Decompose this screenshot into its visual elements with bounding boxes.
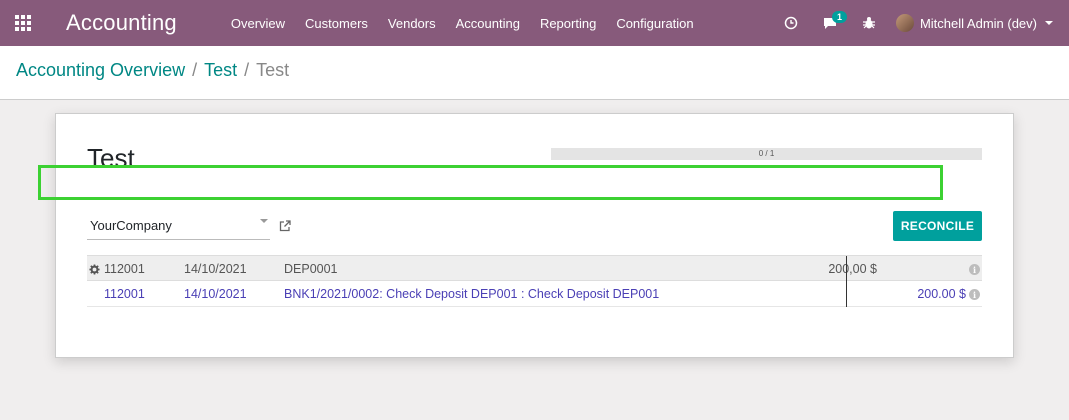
external-link-icon[interactable] — [279, 219, 291, 232]
reconciliation-sheet: Test 0 / 1 YourCompany RECONCILE 112001 … — [55, 113, 1014, 358]
breadcrumb-test[interactable]: Test — [204, 60, 237, 81]
apps-menu-icon[interactable] — [0, 0, 46, 46]
reconciliation-table: 112001 14/10/2021 DEP0001 200,00 $ i 112… — [87, 255, 982, 307]
main-navbar: Accounting Overview Customers Vendors Ac… — [0, 0, 1069, 46]
menu-overview[interactable]: Overview — [221, 0, 295, 46]
chevron-down-icon — [1045, 21, 1053, 25]
breadcrumb-separator: / — [244, 60, 250, 80]
menu-accounting[interactable]: Accounting — [446, 0, 530, 46]
statement-line-row[interactable]: 112001 14/10/2021 DEP0001 200,00 $ i — [87, 255, 982, 282]
statement-amount: 200,00 $ — [828, 262, 877, 276]
progress-text: 0 / 1 — [758, 149, 775, 158]
statement-date: 14/10/2021 — [184, 262, 247, 276]
statement-account: 112001 — [104, 262, 145, 276]
column-divider — [846, 256, 847, 282]
line-date: 14/10/2021 — [184, 287, 247, 301]
app-title[interactable]: Accounting — [66, 10, 177, 36]
info-icon[interactable]: i — [969, 264, 980, 275]
page-title: Test — [87, 143, 135, 173]
avatar — [895, 14, 914, 32]
breadcrumb: Accounting Overview / Test / Test — [16, 60, 289, 81]
menu-reporting[interactable]: Reporting — [530, 0, 606, 46]
line-label: BNK1/2021/0002: Check Deposit DEP001 : C… — [284, 287, 660, 301]
user-name: Mitchell Admin (dev) — [919, 15, 1037, 31]
gear-icon[interactable] — [89, 256, 100, 282]
reconcile-button[interactable]: RECONCILE — [893, 211, 982, 241]
progress-bar: 0 / 1 — [551, 148, 982, 160]
chevron-down-icon — [260, 219, 268, 223]
column-divider — [846, 281, 847, 307]
line-account: 112001 — [104, 287, 145, 301]
breadcrumb-current: Test — [256, 60, 290, 80]
breadcrumb-accounting-overview[interactable]: Accounting Overview — [16, 60, 185, 81]
breadcrumb-separator: / — [192, 60, 198, 80]
control-panel: Accounting Overview / Test / Test — [0, 46, 1069, 100]
messages-badge: 1 — [831, 11, 847, 23]
user-menu[interactable]: Mitchell Admin (dev) — [888, 14, 1069, 32]
company-select[interactable]: YourCompany — [87, 212, 270, 240]
statement-label: DEP0001 — [284, 262, 338, 276]
debug-bug-icon[interactable] — [850, 0, 888, 46]
company-value: YourCompany — [90, 218, 172, 233]
top-menu: Overview Customers Vendors Accounting Re… — [221, 0, 704, 46]
info-icon[interactable]: i — [969, 289, 980, 300]
menu-customers[interactable]: Customers — [295, 0, 378, 46]
systray: 1 Mitchell Admin (dev) — [772, 0, 1069, 46]
menu-vendors[interactable]: Vendors — [378, 0, 446, 46]
messages-icon[interactable]: 1 — [810, 0, 850, 46]
activity-clock-icon[interactable] — [772, 0, 810, 46]
matched-line-row[interactable]: 112001 14/10/2021 BNK1/2021/0002: Check … — [87, 281, 982, 307]
line-amount: 200.00 $ — [917, 287, 966, 301]
menu-configuration[interactable]: Configuration — [606, 0, 703, 46]
